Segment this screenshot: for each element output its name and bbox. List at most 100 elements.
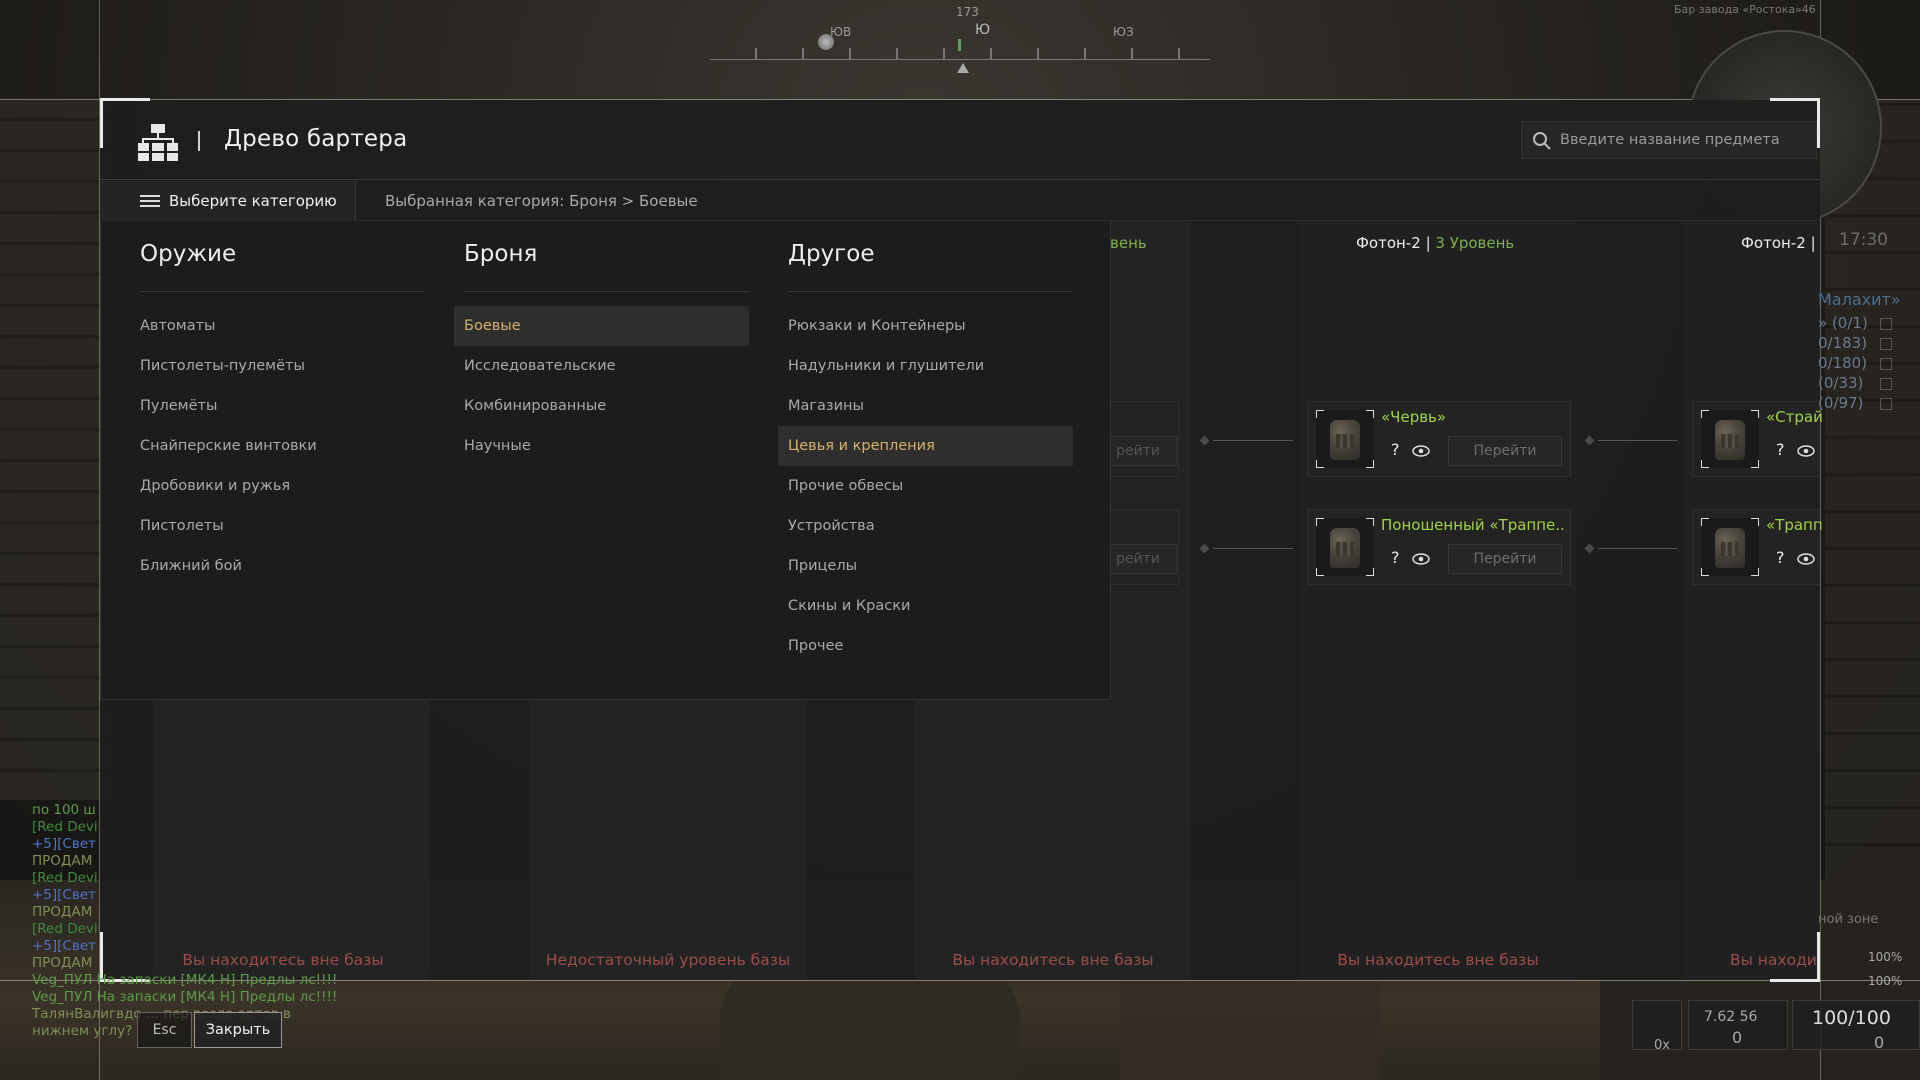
status-text: Вы находитесь вне базы (952, 951, 1154, 969)
column-5-trader: Фотон-2 (1741, 234, 1806, 252)
dropdown-heading-weapons: Оружие (140, 241, 237, 267)
quest-item: 0/180) (1818, 354, 1868, 372)
item-name: «Червь» (1381, 408, 1447, 426)
category-item-backpacks[interactable]: Рюкзаки и Контейнеры (778, 306, 1073, 346)
chat-line: ПРОДАМ (32, 904, 93, 920)
connector-line (1213, 440, 1293, 441)
category-item-other-attachments[interactable]: Прочие обвесы (778, 466, 1073, 506)
armor-vest-icon (1330, 420, 1360, 460)
category-item-combined-armor[interactable]: Комбинированные (454, 386, 749, 426)
player-hud: 7.62 56 0 100/100 0x 0 (1632, 995, 1920, 1080)
item-card-worn-trapper[interactable]: Поношенный «Траппе.. ? Перейти (1307, 509, 1571, 585)
category-item-shotguns[interactable]: Дробовики и ружья (130, 466, 425, 506)
status-text: Недостаточный уровень базы (545, 951, 791, 969)
close-button[interactable]: Закрыть (194, 1012, 282, 1048)
item-image (1316, 518, 1374, 576)
chat-line: ПРОДАМ (32, 853, 93, 869)
item-image (1701, 410, 1759, 468)
category-item-misc[interactable]: Прочее (778, 626, 1073, 666)
column-4-header: Фотон-2 | 3 Уровень (1356, 234, 1515, 252)
item-name: «Страй (1766, 408, 1823, 426)
frame-corner (1770, 932, 1820, 982)
chat-line: [Red Devi (32, 870, 98, 886)
category-item-smg[interactable]: Пистолеты-пулемёты (130, 346, 425, 386)
category-item-research-armor[interactable]: Исследовательские (454, 346, 749, 386)
quest-item: (0/97) (1818, 394, 1864, 412)
quest-checkbox (1880, 318, 1892, 330)
grenade-count: 0 (1874, 1033, 1885, 1052)
column-3-level: вень (1110, 234, 1147, 252)
category-item-skins[interactable]: Скины и Краски (778, 586, 1073, 626)
go-button[interactable]: Перейти (1448, 544, 1562, 574)
divider (140, 291, 425, 292)
item-card-strai[interactable]: «Страй ? (1692, 401, 1823, 477)
category-item-magazines[interactable]: Магазины (778, 386, 1073, 426)
quest-item: (0/33) (1818, 374, 1864, 392)
chat-line: +5][Свет (32, 938, 96, 954)
eye-icon[interactable] (1797, 445, 1815, 457)
chat-line: по 100 ш (32, 802, 96, 818)
health-readout: 100/100 (1812, 1007, 1891, 1029)
category-item-snipers[interactable]: Снайперские винтовки (130, 426, 425, 466)
search-icon (1533, 132, 1551, 150)
category-item-muzzles[interactable]: Надульники и глушители (778, 346, 1073, 386)
compass-label-s: Ю (975, 22, 991, 38)
connector-line (1213, 548, 1293, 549)
item-card-cherv[interactable]: «Червь» ? Перейти (1307, 401, 1571, 477)
column-3-card-1: рейти (1099, 401, 1179, 477)
column-5-header: Фотон-2 | (1741, 234, 1816, 252)
category-item-devices[interactable]: Устройства (778, 506, 1073, 546)
quest-title: Малахит» (1818, 290, 1901, 309)
minimap-location: Бар завода «Ростока»46 (1674, 3, 1816, 16)
category-item-science-armor[interactable]: Научные (454, 426, 749, 466)
eye-icon[interactable] (1412, 553, 1430, 565)
help-icon[interactable]: ? (1391, 440, 1400, 459)
category-item-machineguns[interactable]: Пулемёты (130, 386, 425, 426)
category-item-scopes[interactable]: Прицелы (778, 546, 1073, 586)
chat-line: Veg_ПУЛ На запаски [МК4 Н] Предлы лс!!!! (32, 989, 338, 1005)
eye-icon[interactable] (1412, 445, 1430, 457)
divider (788, 291, 1073, 292)
connector-line (1598, 440, 1678, 441)
compass-pointer-icon (957, 63, 969, 73)
page-title: Древо бартера (224, 126, 408, 152)
go-button[interactable]: Перейти (1448, 436, 1562, 466)
category-item-melee[interactable]: Ближний бой (130, 546, 425, 586)
compass-label-sw: ЮЗ (1113, 25, 1134, 39)
tree-column-4 (1300, 221, 1576, 980)
help-icon[interactable]: ? (1776, 548, 1785, 567)
quest-item: 0/183) (1818, 334, 1868, 352)
frame-corner (100, 98, 150, 148)
item-card-trapp[interactable]: «Трапп ? (1692, 509, 1823, 585)
category-item-automats[interactable]: Автоматы (130, 306, 425, 346)
game-time: 17:30 (1839, 230, 1888, 250)
column-4-trader: Фотон-2 (1356, 234, 1421, 252)
title-separator (198, 131, 200, 151)
chat-line: [Red Devi (32, 921, 98, 937)
quest-checkbox (1880, 358, 1892, 370)
eye-icon[interactable] (1797, 553, 1815, 565)
category-item-handguards[interactable]: Цевья и крепления (778, 426, 1073, 466)
chat-line: [Red Devi (32, 819, 98, 835)
multiplier-label: 0x (1654, 1038, 1670, 1053)
compass-heading: 173 (956, 5, 979, 19)
compass: 173 ЮВ Ю ЮЗ (710, 5, 1210, 73)
category-item-pistols[interactable]: Пистолеты (130, 506, 425, 546)
quest-item: » (0/1) (1818, 314, 1868, 332)
armor-vest-icon (1715, 420, 1745, 460)
select-category-button[interactable]: Выберите категорию (100, 181, 356, 221)
help-icon[interactable]: ? (1776, 440, 1785, 459)
percent-readout: 100% (1868, 974, 1903, 988)
help-icon[interactable]: ? (1391, 548, 1400, 567)
menu-icon (140, 195, 160, 207)
chat-line: +5][Свет (32, 836, 96, 852)
divider (464, 291, 749, 292)
chat-line: ПРОДАМ (32, 955, 93, 971)
column-3-card-2: рейти (1099, 509, 1179, 585)
tree-column-5 (1684, 221, 1820, 980)
category-item-combat-armor[interactable]: Боевые (454, 306, 749, 346)
chat-line: +5][Свет (32, 887, 96, 903)
item-image (1701, 518, 1759, 576)
chat-log: по 100 ш [Red Devi +5][Свет ПРОДАМ [Red … (32, 802, 472, 1042)
frame-corner (1770, 98, 1820, 148)
